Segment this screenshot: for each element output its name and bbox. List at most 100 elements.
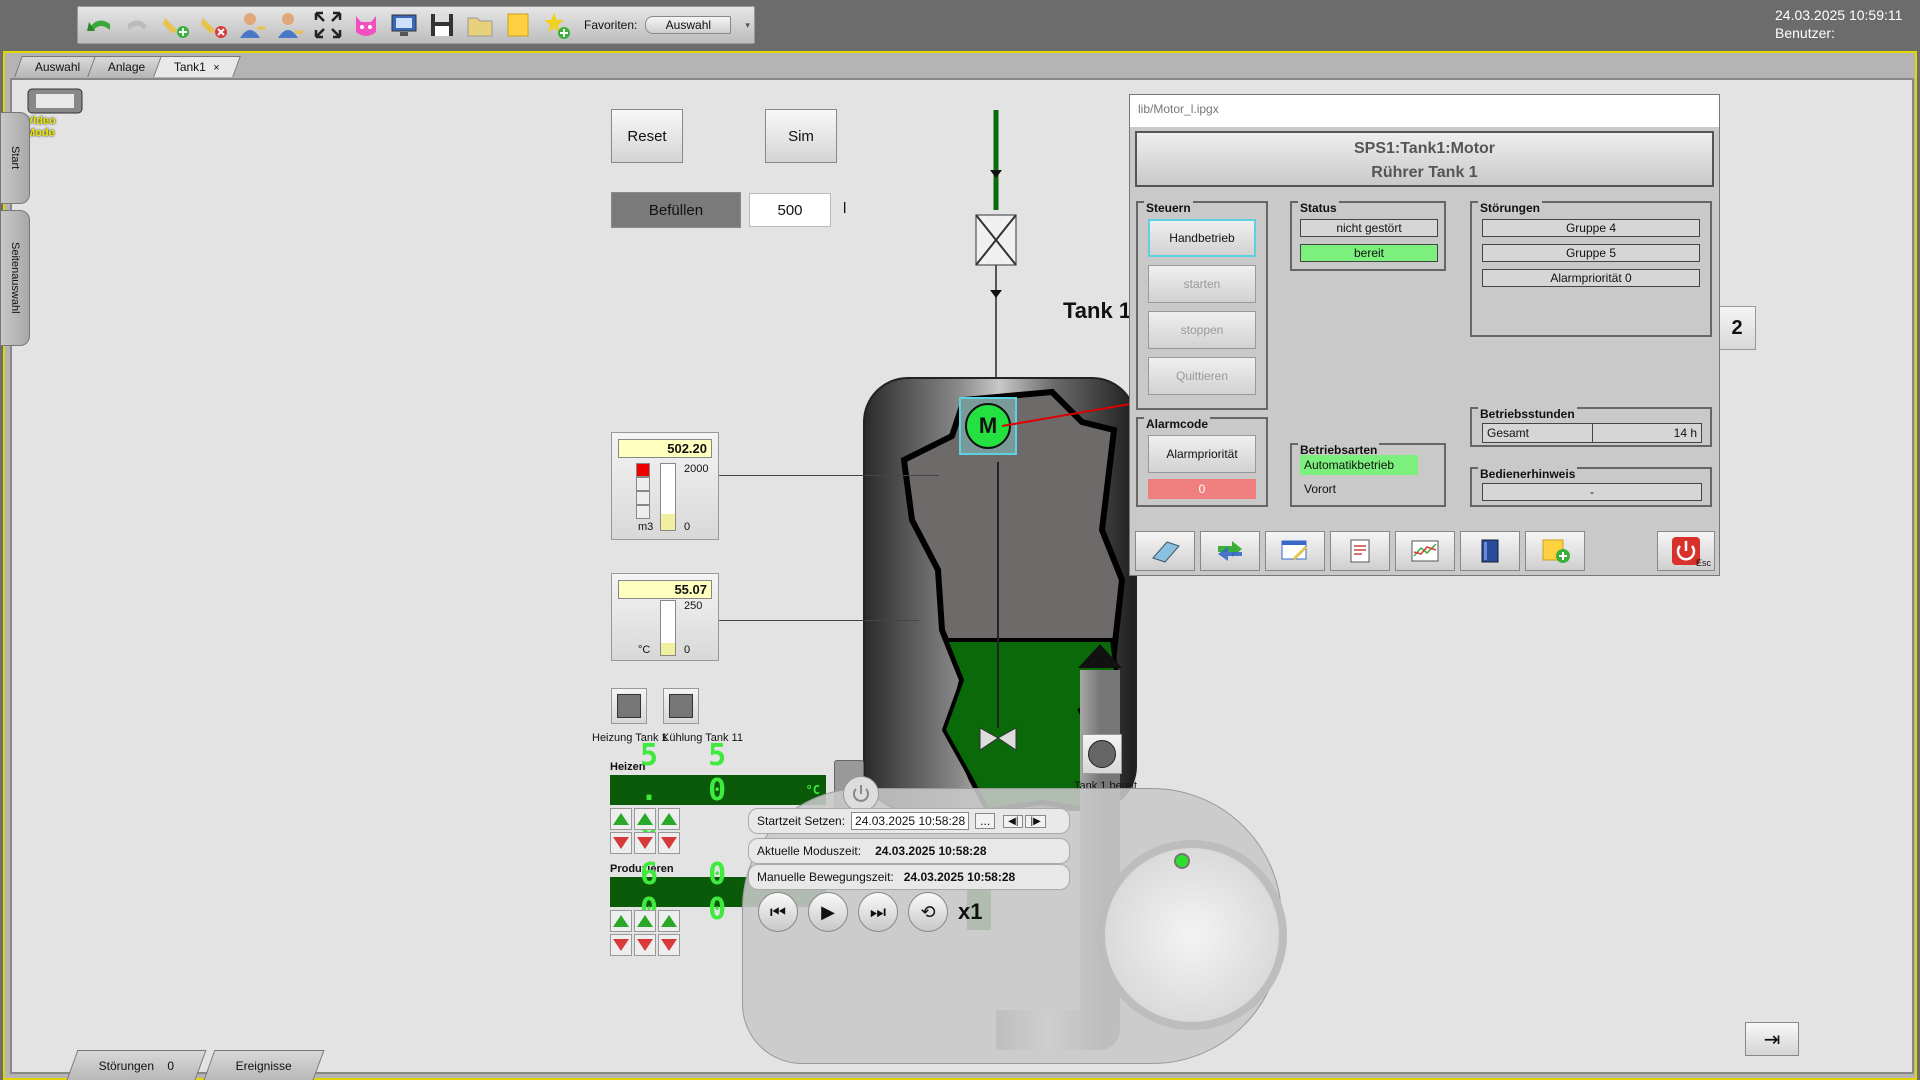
eraser-icon <box>1152 541 1180 563</box>
temperature-min: 0 <box>684 644 691 656</box>
power-icon[interactable] <box>843 776 879 812</box>
increment-button[interactable] <box>634 808 656 830</box>
playback-status-led <box>1174 853 1190 869</box>
alarm-code-value: 0 <box>1148 479 1256 499</box>
arrow-down-icon <box>661 837 677 849</box>
decrement-button[interactable] <box>658 832 680 854</box>
decrement-button[interactable] <box>658 934 680 956</box>
decrement-button[interactable] <box>634 832 656 854</box>
step-back-button[interactable]: ◀| <box>1003 814 1024 828</box>
increment-button[interactable] <box>658 808 680 830</box>
toolbar-overflow-icon[interactable]: ▾ <box>745 20 750 31</box>
arrow-down-icon <box>613 939 629 951</box>
fill-amount-input[interactable]: 500 <box>749 193 831 227</box>
star-add-icon <box>544 13 570 39</box>
reset-button[interactable]: Reset <box>611 109 683 163</box>
level-bar <box>660 463 676 531</box>
heat-unit: °C <box>805 783 820 797</box>
tank-label: Tank 1 <box>1063 298 1132 323</box>
playback-jog-dial[interactable] <box>1097 840 1287 1030</box>
add-note-button[interactable] <box>1525 531 1585 571</box>
esc-label: Esc <box>1695 558 1711 568</box>
alarms-count: 0 <box>167 1058 175 1073</box>
page-number-box[interactable]: 2 <box>1718 306 1756 350</box>
tab-label: Tank1 <box>173 60 206 74</box>
start-time-input[interactable]: 24.03.2025 10:58:28 <box>851 812 970 830</box>
info-button[interactable] <box>1135 531 1195 571</box>
tab-label: Anlage <box>108 60 146 74</box>
user-logout-button[interactable] <box>272 9 308 41</box>
add-favorite-button[interactable] <box>538 9 574 41</box>
undo-button[interactable] <box>82 9 118 41</box>
control-group: Steuern Handbetrieb starten stoppen Quit… <box>1136 201 1268 410</box>
trend-chart-icon <box>1411 540 1439 562</box>
decrement-button[interactable] <box>610 934 632 956</box>
replay-icon: ⟲ <box>920 901 936 922</box>
mode-automatic: Automatikbetrieb <box>1300 455 1418 475</box>
redo-button[interactable] <box>120 9 156 41</box>
rewind-button[interactable]: ⏮ <box>758 892 798 932</box>
save-button[interactable] <box>424 9 460 41</box>
decrement-button[interactable] <box>634 934 656 956</box>
tab-tank1[interactable]: Tank1 × <box>152 56 241 77</box>
trend-button[interactable] <box>1395 531 1455 571</box>
fullscreen-button[interactable] <box>310 9 346 41</box>
acknowledge-button[interactable]: Quittieren <box>1148 357 1256 395</box>
video-mode-button[interactable]: Video Mode <box>26 86 86 139</box>
stop-button[interactable]: stoppen <box>1148 311 1256 349</box>
edit-settings-button[interactable] <box>1265 531 1325 571</box>
fast-forward-button[interactable]: ⏭ <box>858 892 898 932</box>
add-object-button[interactable] <box>158 9 194 41</box>
increment-button[interactable] <box>634 910 656 932</box>
mascot-button[interactable] <box>348 9 384 41</box>
arrow-up-icon <box>613 915 629 927</box>
decrement-button[interactable] <box>610 832 632 854</box>
fill-unit-label: l <box>843 200 847 217</box>
fill-button[interactable]: Befüllen <box>611 192 741 228</box>
save-icon <box>431 14 453 36</box>
user-login-button[interactable] <box>234 9 270 41</box>
tab-alarms[interactable]: Störungen 0 <box>66 1050 207 1080</box>
play-icon: ▶ <box>821 901 835 922</box>
heat-up-arrows <box>610 808 680 830</box>
tab-events[interactable]: Ereignisse <box>203 1050 325 1080</box>
faceplate-tag: SPS1:Tank1:Motor <box>1353 140 1496 157</box>
increment-button[interactable] <box>658 910 680 932</box>
heating-indicator[interactable] <box>611 688 647 724</box>
faults-title: Störungen <box>1478 201 1542 215</box>
sim-button[interactable]: Sim <box>765 109 837 163</box>
screens-button[interactable] <box>386 9 422 41</box>
undo-icon <box>87 20 110 31</box>
start-time-picker-button[interactable]: ... <box>975 813 996 829</box>
arrow-up-icon <box>613 813 629 825</box>
alarm-priority-button[interactable]: Alarmpriorität <box>1148 435 1256 473</box>
tab-close-icon[interactable]: × <box>213 62 219 74</box>
side-tab-start[interactable]: Start <box>0 112 30 204</box>
report-button[interactable] <box>1330 531 1390 571</box>
favorites-select[interactable]: Auswahl <box>645 16 732 34</box>
operating-mode-group: Betriebsarten Automatikbetrieb Vorort <box>1290 443 1446 507</box>
transfer-button[interactable] <box>1200 531 1260 571</box>
increment-button[interactable] <box>610 808 632 830</box>
alarm-code-group: Alarmcode Alarmpriorität 0 <box>1136 417 1268 507</box>
step-forward-button[interactable]: |▶ <box>1025 814 1046 828</box>
close-faceplate-button[interactable]: Esc <box>1657 531 1715 571</box>
skip-back-icon: ⏮ <box>769 901 787 922</box>
start-button[interactable]: starten <box>1148 265 1256 303</box>
cooling-indicator[interactable] <box>663 688 699 724</box>
main-toolbar: Favoriten: Auswahl ▾ <box>77 6 755 44</box>
side-tab-page-select[interactable]: Seitenauswahl <box>0 210 30 346</box>
remove-object-button[interactable] <box>196 9 232 41</box>
increment-button[interactable] <box>610 910 632 932</box>
logout-button[interactable]: ⇥ <box>1745 1022 1799 1056</box>
playback-speed[interactable]: x1 <box>958 899 982 925</box>
manual-button[interactable] <box>1460 531 1520 571</box>
play-button[interactable]: ▶ <box>808 892 848 932</box>
manual-mode-button[interactable]: Handbetrieb <box>1148 219 1256 257</box>
user-login-icon <box>240 13 265 38</box>
open-button[interactable] <box>462 9 498 41</box>
produce-up-arrows <box>610 910 680 932</box>
operating-hours-row: Gesamt 14 h <box>1482 423 1702 443</box>
replay-button[interactable]: ⟲ <box>908 892 948 932</box>
note-button[interactable] <box>500 9 536 41</box>
